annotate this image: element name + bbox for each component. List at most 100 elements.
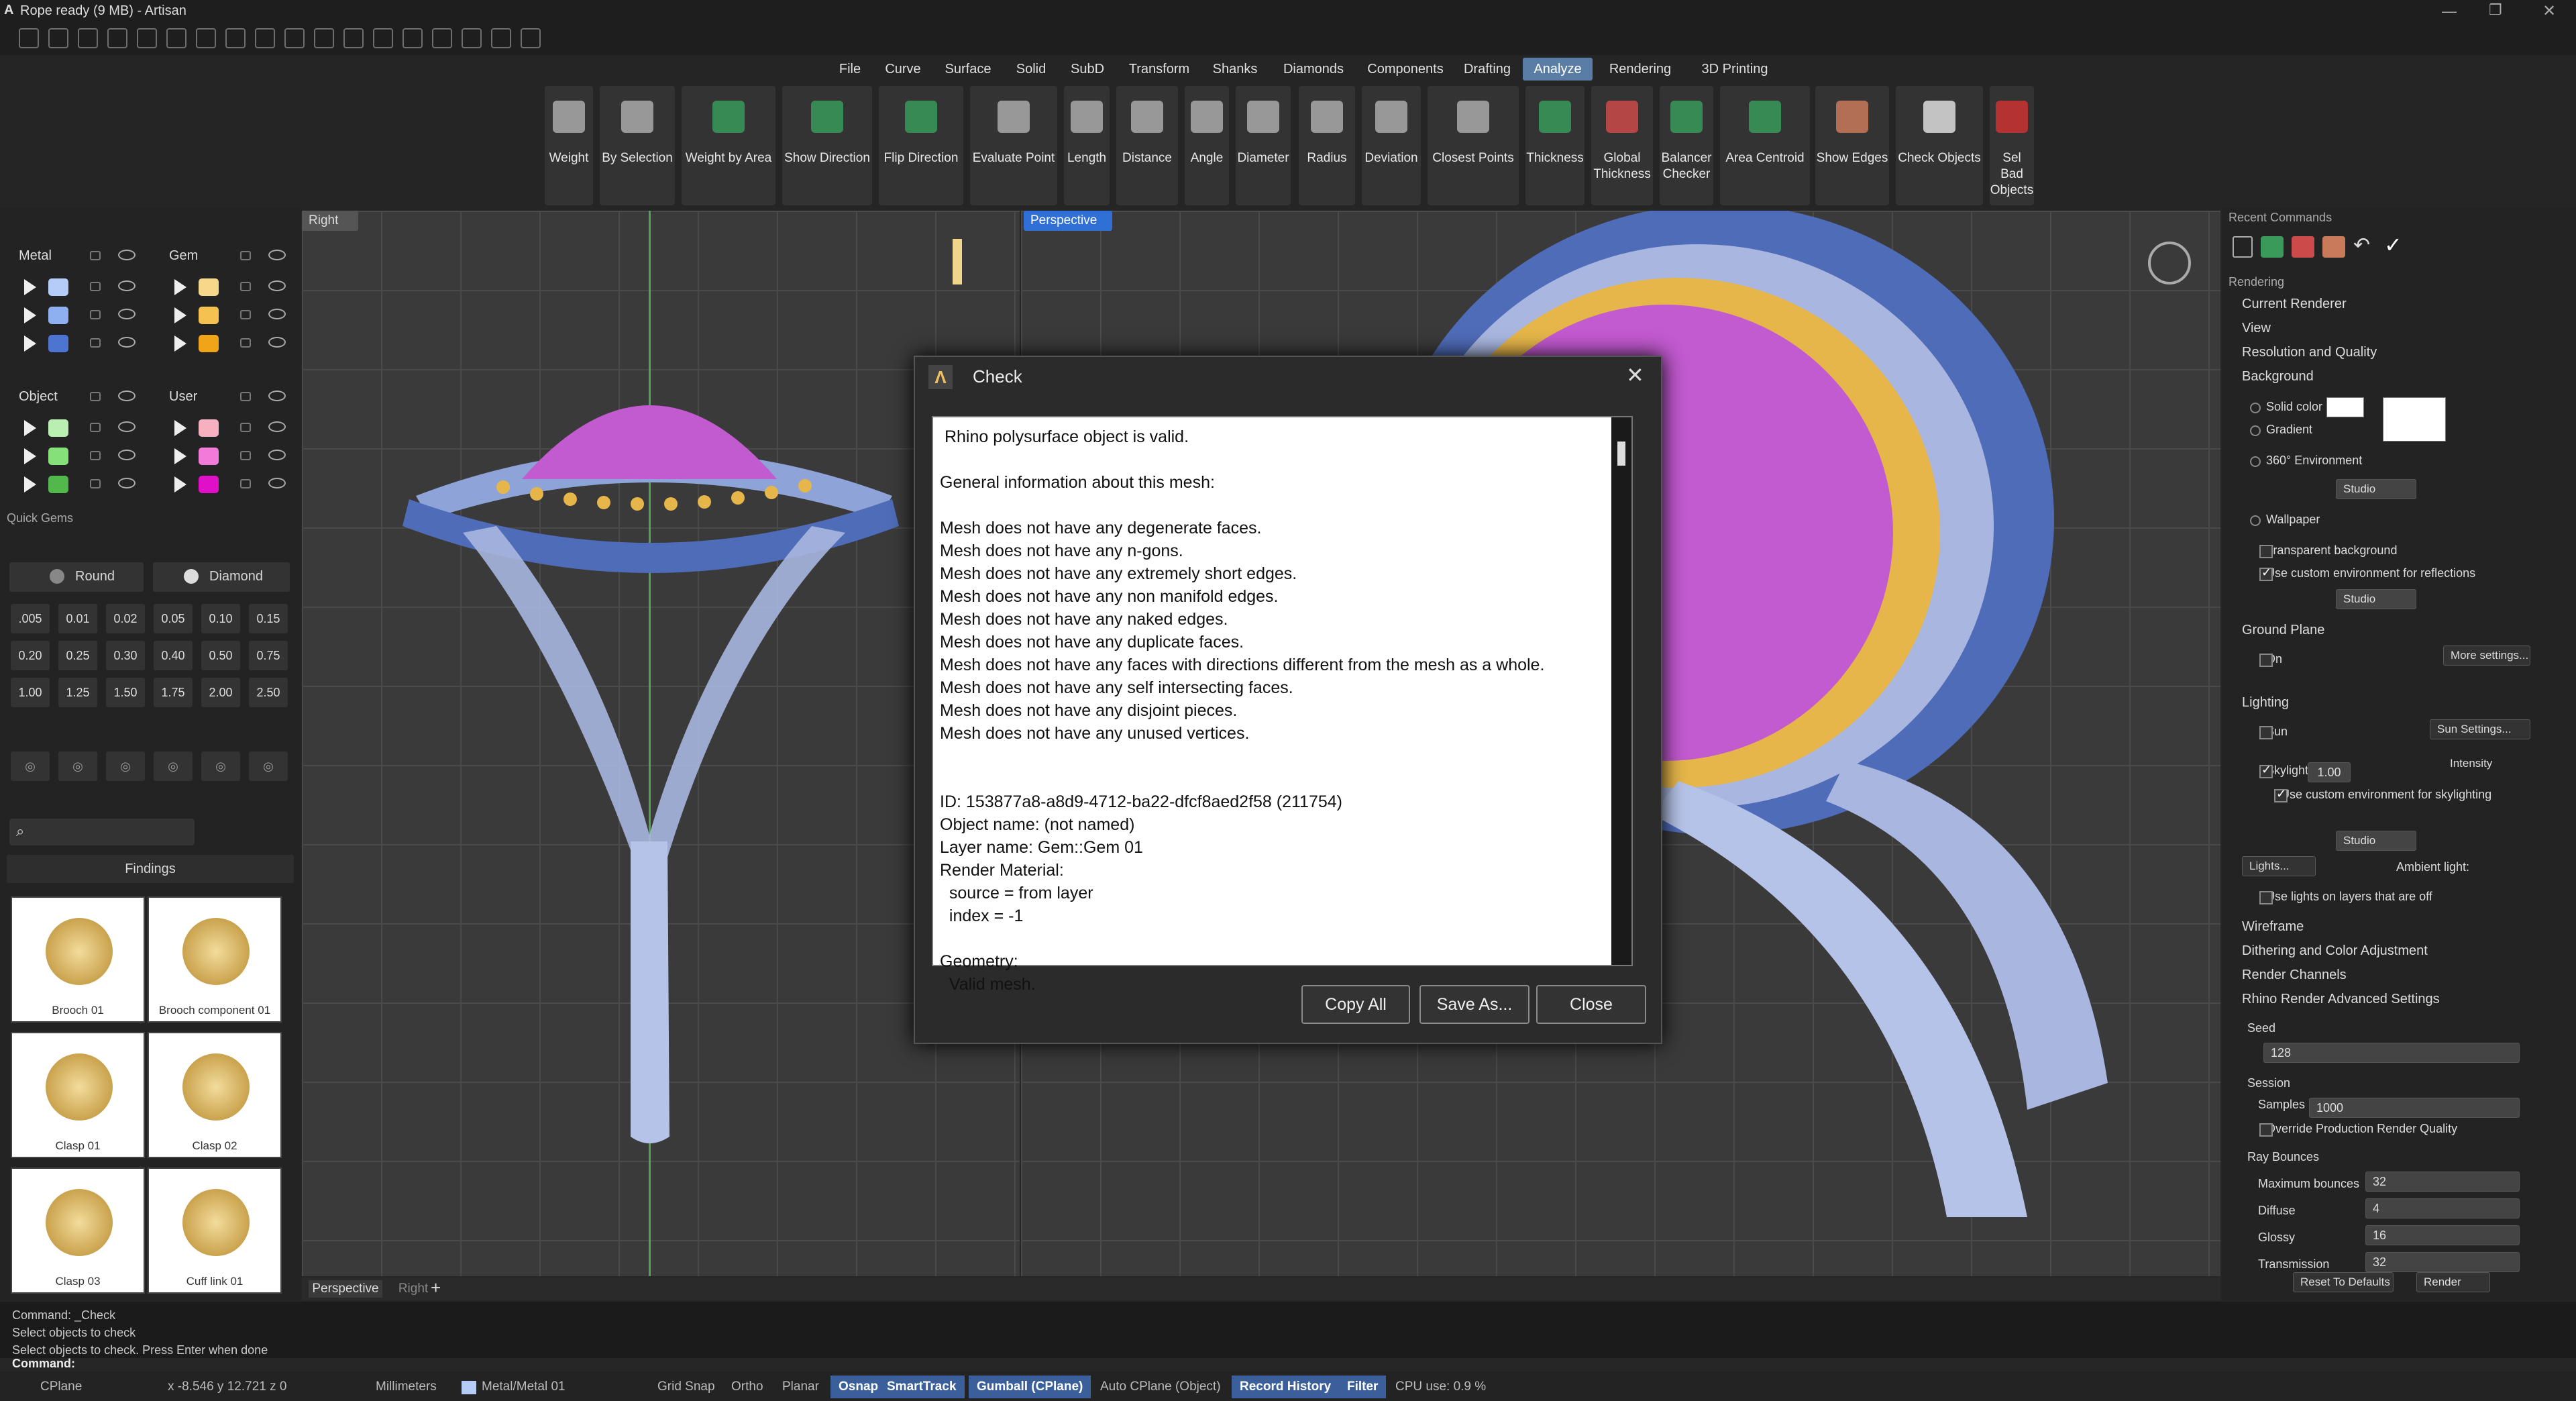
library-category[interactable]: Findings [7, 855, 294, 883]
gem-size-button[interactable]: 0.05 [154, 604, 193, 633]
lock-icon[interactable] [240, 310, 251, 319]
play-icon[interactable] [174, 307, 186, 323]
toolbar-icon[interactable] [432, 28, 452, 48]
eye-icon[interactable] [118, 391, 136, 401]
radio-button[interactable] [2250, 425, 2261, 436]
section-background[interactable]: Background [2242, 369, 2314, 384]
eye-icon[interactable] [268, 450, 286, 460]
radio-button[interactable] [2250, 515, 2261, 526]
samples-field[interactable]: 1000 [2309, 1098, 2520, 1118]
play-icon[interactable] [24, 335, 36, 352]
wallpaper-option[interactable]: Wallpaper [2266, 513, 2320, 527]
toolbar-icon[interactable] [166, 28, 186, 48]
viewport-right[interactable]: Right [302, 211, 1020, 1276]
toggle-auto-cplane-object-[interactable]: Auto CPlane (Object) [1100, 1373, 1221, 1400]
studio-select[interactable]: Studio [2336, 831, 2416, 851]
menu-tab-analyze[interactable]: Analyze [1523, 58, 1593, 81]
gem-size-button[interactable]: 0.02 [106, 604, 145, 633]
layer-group-metal[interactable]: Metal [19, 248, 52, 264]
reset-defaults-button[interactable]: Reset To Defaults [2293, 1272, 2394, 1292]
more-settings-button[interactable]: More settings... [2443, 645, 2530, 666]
gem-size-button[interactable]: 1.75 [154, 678, 193, 707]
sel-bad-objects-button[interactable]: Sel Bad Objects [1990, 86, 2034, 205]
gradient-option[interactable]: Gradient [2266, 423, 2312, 437]
solid-color-swatch[interactable] [2326, 397, 2364, 417]
thickness-button[interactable]: Thickness [1525, 86, 1585, 205]
toggle-smarttrack[interactable]: SmartTrack [879, 1376, 965, 1398]
play-icon[interactable] [174, 279, 186, 295]
eye-icon[interactable] [268, 337, 286, 348]
play-icon[interactable] [174, 448, 186, 464]
seed-field[interactable]: 128 [2263, 1043, 2520, 1063]
gem-size-button[interactable]: 1.50 [106, 678, 145, 707]
evaluate-point-button[interactable]: Evaluate Point [970, 86, 1057, 205]
section-wireframe[interactable]: Wireframe [2242, 919, 2304, 935]
gem-size-button[interactable]: 0.75 [249, 641, 288, 670]
play-icon[interactable] [24, 448, 36, 464]
gem-cut-icon[interactable]: ◎ [249, 751, 288, 781]
lock-icon[interactable] [240, 423, 251, 432]
bounce-field[interactable]: 16 [2365, 1225, 2520, 1245]
section-resolution-and-quality[interactable]: Resolution and Quality [2242, 345, 2377, 360]
studio-select[interactable]: Studio [2336, 589, 2416, 609]
render-button[interactable]: Render [2416, 1272, 2490, 1292]
layer-group-user[interactable]: User [169, 389, 197, 405]
studio-select[interactable]: Studio [2336, 479, 2416, 499]
balancer-checker-button[interactable]: Balancer Checker [1660, 86, 1713, 205]
weight-by-area-button[interactable]: Weight by Area [682, 86, 775, 205]
radio-button[interactable] [2250, 403, 2261, 413]
eye-icon[interactable] [268, 421, 286, 432]
close-window-icon[interactable]: ✕ [2542, 1, 2556, 21]
cpu-usage[interactable]: CPU use: 0.9 % [1395, 1373, 1486, 1400]
menu-tab-curve[interactable]: Curve [880, 58, 926, 81]
eye-icon[interactable] [268, 478, 286, 488]
layer-color-swatch[interactable] [199, 307, 219, 324]
toolbar-icon[interactable] [48, 28, 68, 48]
toolbar-icon[interactable] [462, 28, 482, 48]
units-label[interactable]: Millimeters [376, 1373, 437, 1400]
layer-color-swatch[interactable] [199, 476, 219, 493]
toolbar-icon[interactable] [343, 28, 364, 48]
menu-tab-solid[interactable]: Solid [1010, 58, 1052, 81]
dialog-close-icon[interactable]: ✕ [1626, 362, 1644, 388]
layer-color-swatch[interactable] [199, 448, 219, 465]
area-centroid-button[interactable]: Area Centroid [1720, 86, 1810, 205]
library-item[interactable]: Clasp 01 [11, 1032, 145, 1158]
bounce-field[interactable]: 32 [2365, 1252, 2520, 1272]
show-edges-icon[interactable] [2322, 236, 2345, 258]
ground-plane-section[interactable]: Ground Plane [2242, 623, 2324, 638]
library-item[interactable]: Clasp 02 [148, 1032, 282, 1158]
sun-settings-button[interactable]: Sun Settings... [2430, 719, 2530, 739]
gem-size-button[interactable]: 0.30 [106, 641, 145, 670]
play-icon[interactable] [174, 335, 186, 352]
gem-cut-icon[interactable]: ◎ [154, 751, 193, 781]
gem-size-button[interactable]: 0.15 [249, 604, 288, 633]
gem-shape-select[interactable]: Round [9, 562, 144, 592]
show-direction-button[interactable]: Show Direction [782, 86, 872, 205]
lock-icon[interactable] [240, 451, 251, 460]
lock-icon[interactable] [240, 392, 251, 401]
check-objects-icon[interactable] [2233, 236, 2253, 258]
show-edges-button[interactable]: Show Edges [1815, 86, 1889, 205]
bounce-field[interactable]: 32 [2365, 1172, 2520, 1192]
play-icon[interactable] [24, 420, 36, 436]
toolbar-icon[interactable] [225, 28, 246, 48]
checkbox[interactable] [2259, 763, 2273, 778]
play-icon[interactable] [174, 476, 186, 492]
checkbox[interactable] [2259, 566, 2273, 581]
global-thickness-button[interactable]: Global Thickness [1591, 86, 1653, 205]
toolbar-icon[interactable] [521, 28, 541, 48]
layer-color-swatch[interactable] [48, 419, 68, 437]
gem-size-button[interactable]: 2.50 [249, 678, 288, 707]
lock-icon[interactable] [90, 451, 101, 460]
toggle-grid-snap[interactable]: Grid Snap [657, 1373, 715, 1400]
global-thickness-icon[interactable] [2292, 236, 2314, 258]
library-item[interactable]: Brooch component 01 [148, 896, 282, 1023]
navigation-ring-icon[interactable] [2148, 242, 2191, 284]
lock-icon[interactable] [90, 423, 101, 432]
lock-icon[interactable] [90, 392, 101, 401]
toggle-gumball-cplane-[interactable]: Gumball (CPlane) [969, 1376, 1091, 1398]
menu-tab-rendering[interactable]: Rendering [1601, 58, 1680, 81]
gem-size-button[interactable]: 0.25 [58, 641, 97, 670]
library-item[interactable]: Clasp 03 [11, 1168, 145, 1294]
